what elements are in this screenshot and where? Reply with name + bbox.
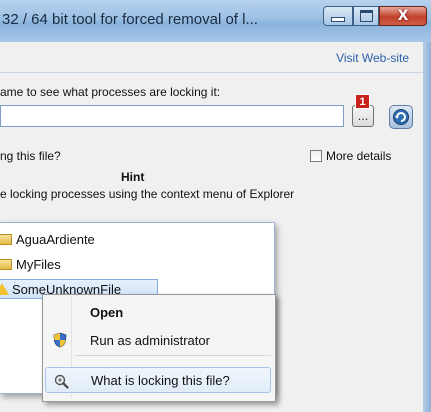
hint-text: e locking processes using the context me…	[0, 187, 295, 201]
minimize-button[interactable]	[323, 6, 353, 26]
refresh-button[interactable]	[389, 105, 413, 129]
window-frame-right	[423, 42, 431, 412]
menu-item-run-as-admin[interactable]: Run as administrator	[45, 327, 271, 353]
menu-item-open[interactable]: Open	[45, 299, 271, 325]
question-label: ng this file?	[0, 149, 61, 163]
list-item[interactable]: AguaArdiente	[0, 229, 95, 249]
minimize-icon	[331, 16, 345, 22]
folder-icon	[0, 233, 12, 245]
checkbox-box[interactable]	[310, 150, 322, 162]
warning-icon	[0, 283, 9, 295]
hint-title: Hint	[121, 170, 145, 184]
menu-item-label: Run as administrator	[90, 332, 210, 348]
file-path-input[interactable]	[0, 105, 344, 127]
folder-icon	[0, 258, 12, 270]
maximize-button[interactable]	[353, 6, 379, 26]
more-details-label: More details	[326, 149, 392, 163]
window-title: 32 / 64 bit tool for forced removal of l…	[2, 11, 258, 28]
list-item-label: MyFiles	[16, 256, 61, 272]
title-bar: 32 / 64 bit tool for forced removal of l…	[0, 0, 431, 42]
list-item[interactable]: MyFiles	[0, 254, 61, 274]
visit-website-link[interactable]: Visit Web-site	[336, 51, 409, 65]
context-menu: Open Run as administrator What is lockin…	[42, 294, 276, 402]
magnifier-gear-icon	[54, 374, 69, 389]
window-controls: X	[323, 6, 427, 28]
list-item-label: AguaArdiente	[16, 231, 95, 247]
file-prompt-label: ame to see what processes are locking it…	[0, 85, 221, 99]
close-icon: X	[397, 8, 409, 24]
more-details-checkbox[interactable]: More details	[310, 149, 391, 163]
uac-shield-icon	[53, 332, 67, 348]
menu-item-label: Open	[90, 304, 124, 320]
step-badge: 1	[355, 94, 370, 109]
maximize-icon	[359, 10, 373, 22]
header-divider	[0, 72, 423, 73]
menu-item-what-is-locking[interactable]: What is locking this file?	[45, 367, 271, 393]
menu-item-label: What is locking this file?	[91, 372, 230, 388]
menu-separator	[75, 355, 271, 356]
close-button[interactable]: X	[379, 6, 427, 26]
refresh-icon	[393, 109, 409, 125]
